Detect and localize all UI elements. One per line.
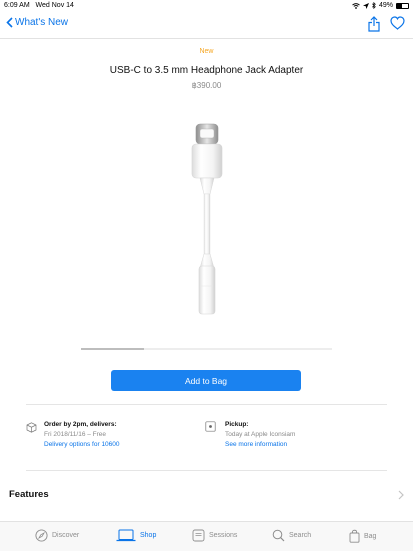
divider <box>26 404 387 405</box>
chevron-right-icon[interactable] <box>398 490 404 500</box>
tab-bar: Discover Shop Sessions Search Bag <box>0 521 413 551</box>
sessions-icon <box>192 529 205 542</box>
heart-icon[interactable] <box>390 16 405 30</box>
product-image <box>191 123 223 315</box>
delivery-options-link[interactable]: Delivery options for 10600 <box>44 440 120 450</box>
back-button[interactable]: What's New <box>6 17 68 28</box>
pickup-info: Pickup: Today at Apple Iconsiam See more… <box>225 420 295 450</box>
new-badge: New <box>199 48 214 55</box>
product-title: USB-C to 3.5 mm Headphone Jack Adapter <box>109 65 304 76</box>
features-row-label[interactable]: Features <box>9 489 49 500</box>
box-icon <box>26 422 37 433</box>
status-left: 6:09 AM Wed Nov 14 <box>4 2 74 9</box>
nav-bar: What's New <box>0 12 413 39</box>
nav-actions <box>368 16 405 32</box>
tab-label: Shop <box>140 532 157 539</box>
store-icon <box>205 421 216 432</box>
tab-label: Bag <box>364 532 377 540</box>
tab-discover[interactable]: Discover <box>35 529 79 542</box>
gallery-scrollbar[interactable] <box>81 348 332 350</box>
tab-sessions[interactable]: Sessions <box>192 529 237 542</box>
tab-bag[interactable]: Bag <box>349 529 376 543</box>
status-date: Wed Nov 14 <box>35 2 74 9</box>
status-bar: 6:09 AM Wed Nov 14 49% <box>0 0 413 12</box>
share-icon[interactable] <box>368 16 380 32</box>
pickup-info-link[interactable]: See more information <box>225 440 295 450</box>
pickup-detail: Today at Apple Iconsiam <box>225 431 296 438</box>
delivery-date: Fri 2018/11/16 – Free <box>44 431 107 438</box>
bluetooth-icon <box>372 2 376 9</box>
battery-percent: 49% <box>378 2 393 9</box>
pickup-heading: Pickup: <box>225 421 249 428</box>
wifi-icon <box>352 2 360 9</box>
tab-label: Sessions <box>209 532 238 539</box>
compass-icon <box>35 529 48 542</box>
product-price: ฿390.00 <box>191 81 222 90</box>
gallery-scroll-thumb[interactable] <box>81 348 144 350</box>
back-label: What's New <box>15 17 69 28</box>
battery-level <box>397 3 403 8</box>
tab-label: Search <box>289 532 312 539</box>
search-icon <box>272 529 285 542</box>
status-time: 6:09 AM <box>4 2 30 9</box>
status-right: 49% <box>352 2 409 9</box>
divider <box>26 470 387 471</box>
bag-icon <box>349 529 360 543</box>
tab-label: Discover <box>52 532 80 539</box>
delivery-info: Order by 2pm, delivers: Fri 2018/11/16 –… <box>44 420 120 450</box>
battery-icon <box>396 2 409 9</box>
tab-search[interactable]: Search <box>272 529 311 542</box>
laptop-icon <box>116 529 136 542</box>
location-icon <box>362 2 369 9</box>
delivery-heading: Order by 2pm, delivers: <box>44 421 117 428</box>
chevron-left-icon <box>6 17 13 28</box>
add-to-bag-button[interactable]: Add to Bag <box>111 370 301 391</box>
tab-shop[interactable]: Shop <box>116 529 156 542</box>
